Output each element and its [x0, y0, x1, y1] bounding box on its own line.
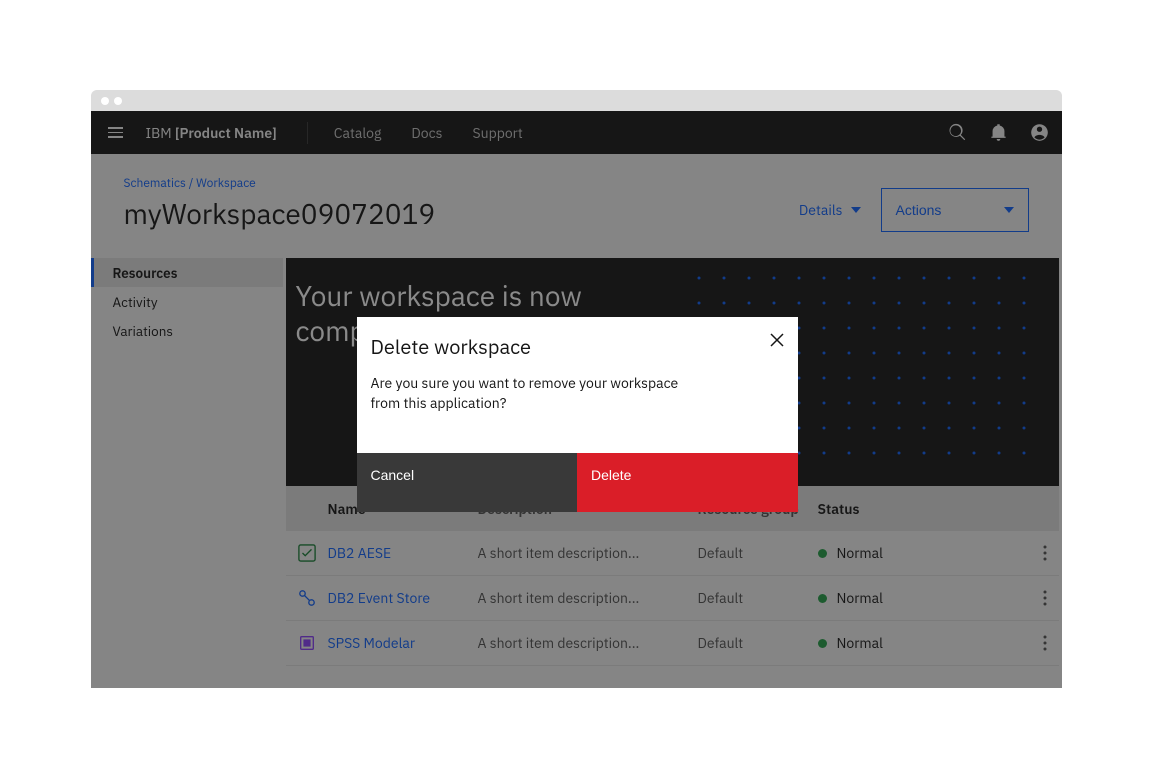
- delete-modal: Delete workspace Are you sure you want t…: [357, 317, 798, 512]
- delete-button[interactable]: Delete: [577, 453, 798, 512]
- window-dot: [114, 97, 122, 105]
- close-icon[interactable]: [770, 333, 784, 347]
- cancel-button[interactable]: Cancel: [357, 453, 578, 512]
- modal-title: Delete workspace: [371, 333, 532, 360]
- modal-body: Are you sure you want to remove your wor…: [357, 360, 707, 453]
- window-chrome: [91, 90, 1062, 111]
- app-window: IBM [Product Name] Catalog Docs Support …: [91, 90, 1062, 688]
- window-dot: [101, 97, 109, 105]
